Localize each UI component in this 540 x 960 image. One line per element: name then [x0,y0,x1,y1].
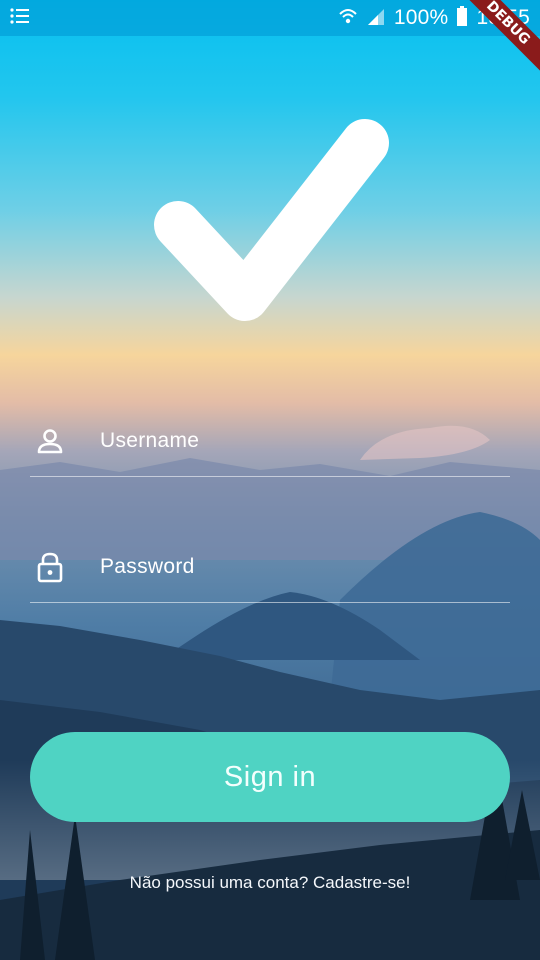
list-icon [10,7,30,30]
sign-in-button[interactable]: Sign in [30,732,510,822]
password-input[interactable] [98,554,510,580]
battery-percent: 100% [393,6,449,29]
person-icon [30,421,70,461]
checkmark-icon [154,119,389,321]
signal-icon [366,7,386,30]
password-field[interactable] [30,532,510,603]
lock-icon [30,547,70,587]
signup-link[interactable]: Não possui uma conta? Cadastre-se! [0,873,540,893]
wifi-icon [338,6,358,31]
username-input[interactable] [98,428,510,454]
status-bar: 100% 15:55 [0,0,540,36]
battery-icon [456,5,468,31]
username-field[interactable] [30,406,510,477]
